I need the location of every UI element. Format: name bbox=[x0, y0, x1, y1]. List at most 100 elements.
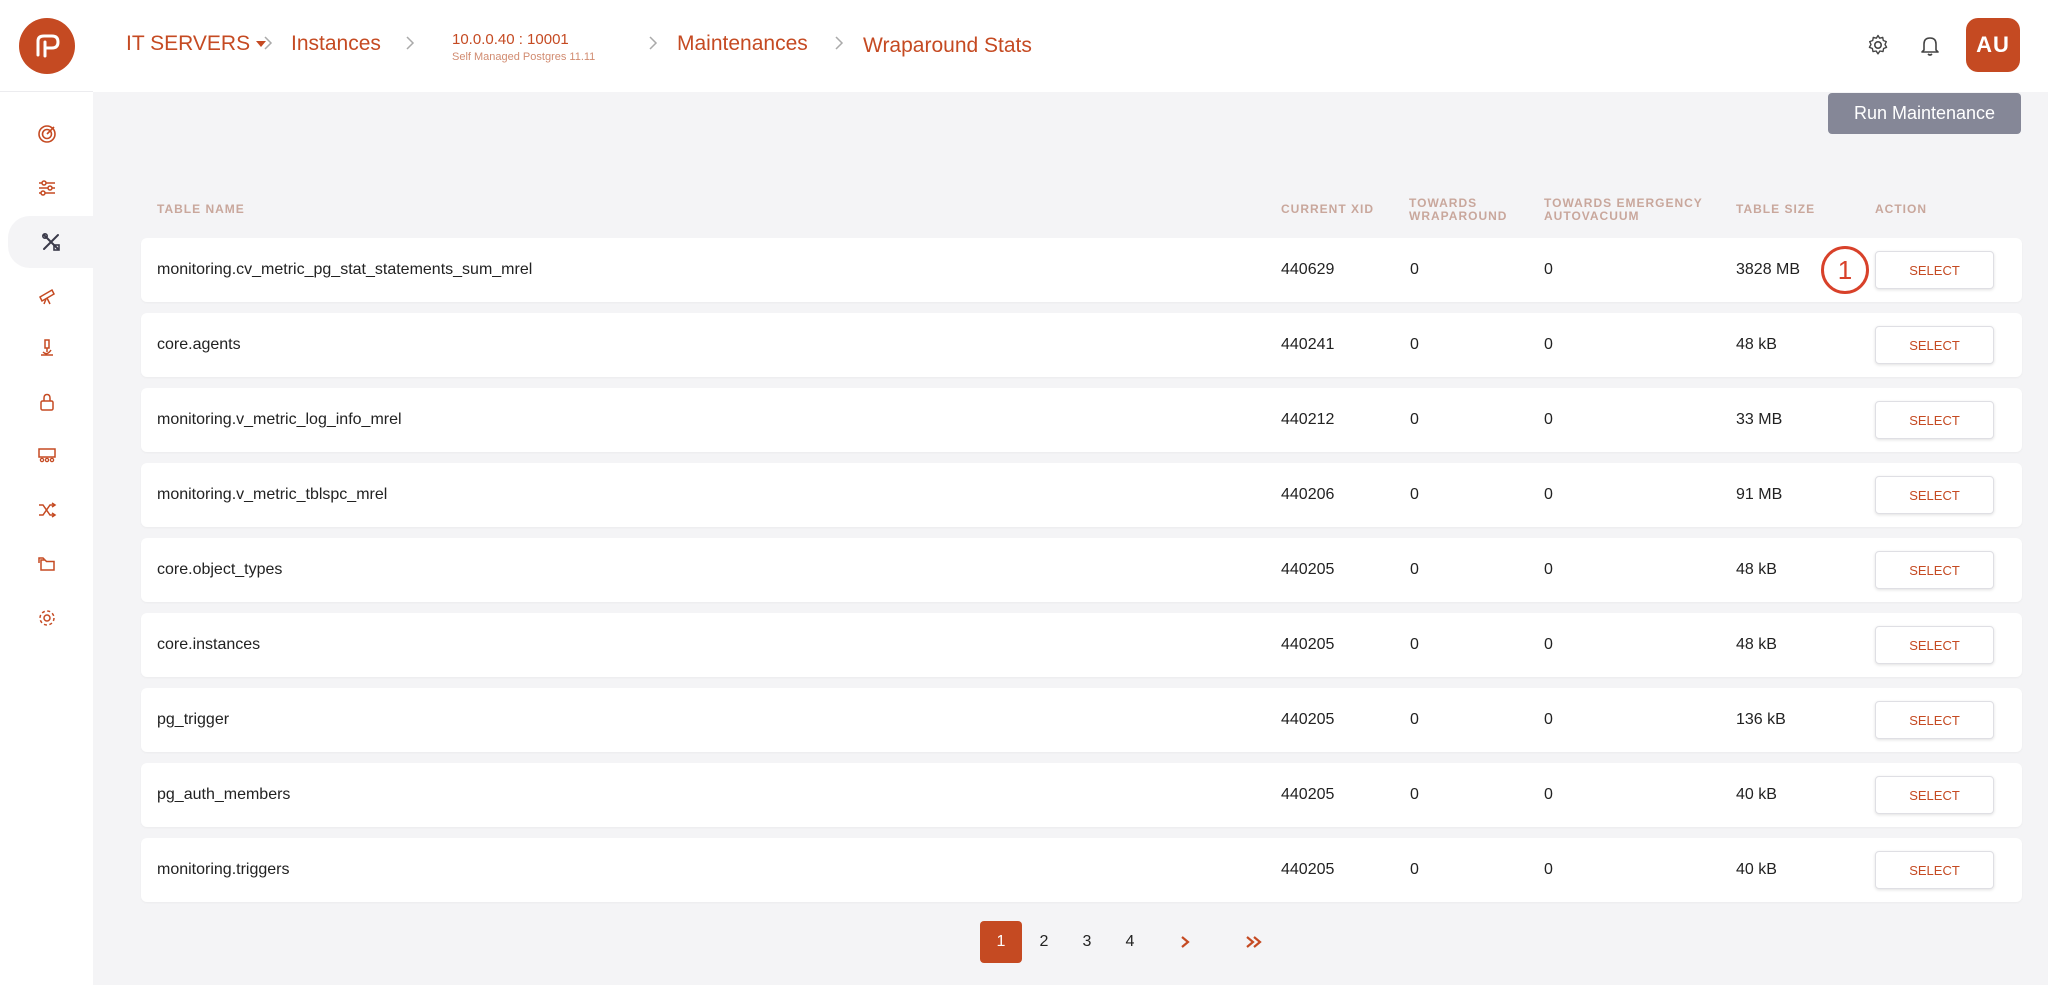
cell-towards-emergency: 0 bbox=[1544, 861, 1553, 878]
column-header-line: AUTOVACUUM bbox=[1544, 209, 1640, 223]
cell-table-size: 40 kB bbox=[1736, 786, 1777, 803]
instance-address: 10.0.0.40 : 10001 bbox=[452, 31, 569, 48]
cell-table-size: 33 MB bbox=[1736, 411, 1783, 428]
table-row: monitoring.v_metric_tblspc_mrel 440206 0… bbox=[141, 463, 2022, 527]
user-avatar[interactable]: AU bbox=[1966, 18, 2020, 72]
cell-towards-wraparound: 0 bbox=[1410, 486, 1419, 503]
select-button[interactable]: SELECT bbox=[1875, 401, 1994, 439]
cell-towards-emergency: 0 bbox=[1544, 336, 1553, 353]
chevron-right-icon bbox=[406, 36, 415, 50]
breadcrumb-maintenances[interactable]: Maintenances bbox=[677, 32, 808, 56]
cell-table-size: 91 MB bbox=[1736, 486, 1783, 503]
gear-icon bbox=[38, 610, 55, 626]
cell-towards-wraparound: 0 bbox=[1410, 261, 1419, 278]
telescope-icon bbox=[38, 288, 55, 305]
page-1-button[interactable]: 1 bbox=[980, 921, 1022, 963]
select-button[interactable]: SELECT bbox=[1875, 476, 1994, 514]
cell-towards-wraparound: 0 bbox=[1410, 411, 1419, 428]
cell-towards-emergency: 0 bbox=[1544, 261, 1553, 278]
select-button[interactable]: SELECT bbox=[1875, 251, 1994, 289]
nav-maintenance[interactable] bbox=[8, 216, 93, 268]
nav-telescope[interactable] bbox=[0, 270, 93, 322]
select-button[interactable]: SELECT bbox=[1875, 851, 1994, 889]
table-row: core.agents 440241 0 0 48 kB SELECT bbox=[141, 313, 2022, 377]
cell-table-size: 40 kB bbox=[1736, 861, 1777, 878]
chevron-right-icon bbox=[649, 36, 658, 50]
breadcrumb-group[interactable]: IT SERVERS bbox=[126, 32, 267, 56]
logo-area bbox=[0, 0, 93, 92]
page-4-button[interactable]: 4 bbox=[1109, 921, 1151, 963]
cell-current-xid: 440241 bbox=[1281, 336, 1335, 353]
page-2-button[interactable]: 2 bbox=[1023, 921, 1065, 963]
cell-towards-wraparound: 0 bbox=[1410, 636, 1419, 653]
cell-table-size: 3828 MB bbox=[1736, 261, 1801, 278]
nav-shuffle[interactable] bbox=[0, 484, 93, 536]
instance-description: Self Managed Postgres 11.11 bbox=[452, 51, 596, 63]
cell-current-xid: 440205 bbox=[1281, 861, 1335, 878]
nav-lab[interactable] bbox=[0, 322, 93, 374]
tools-icon bbox=[41, 232, 60, 251]
cell-table-size: 136 kB bbox=[1736, 711, 1786, 728]
settings-gear-icon[interactable] bbox=[1866, 33, 1890, 57]
run-maintenance-button[interactable]: Run Maintenance bbox=[1828, 93, 2021, 134]
cell-current-xid: 440205 bbox=[1281, 636, 1335, 653]
nav-security[interactable] bbox=[0, 376, 93, 428]
cell-towards-wraparound: 0 bbox=[1410, 861, 1419, 878]
cell-current-xid: 440205 bbox=[1281, 786, 1335, 803]
last-page-button[interactable] bbox=[1233, 921, 1275, 963]
bell-icon[interactable] bbox=[1918, 33, 1942, 57]
nav-team[interactable] bbox=[0, 430, 93, 482]
microscope-icon bbox=[40, 339, 53, 356]
cell-current-xid: 440205 bbox=[1281, 561, 1335, 578]
next-page-button[interactable] bbox=[1164, 921, 1206, 963]
users-board-icon bbox=[37, 448, 56, 463]
cell-towards-wraparound: 0 bbox=[1410, 336, 1419, 353]
cell-table-name: pg_trigger bbox=[157, 711, 230, 728]
cell-towards-emergency: 0 bbox=[1544, 786, 1553, 803]
target-icon bbox=[37, 125, 56, 143]
cell-table-name: monitoring.v_metric_log_info_mrel bbox=[157, 411, 402, 428]
table-row: monitoring.v_metric_log_info_mrel 440212… bbox=[141, 388, 2022, 452]
nav-dashboard[interactable] bbox=[0, 108, 93, 160]
select-button[interactable]: SELECT bbox=[1875, 551, 1994, 589]
breadcrumb-instance[interactable]: 10.0.0.40 : 10001 Self Managed Postgres … bbox=[452, 31, 595, 63]
column-header-line: WRAPAROUND bbox=[1409, 209, 1508, 223]
folders-icon bbox=[37, 557, 55, 571]
cell-towards-emergency: 0 bbox=[1544, 411, 1553, 428]
breadcrumb-current: Wraparound Stats bbox=[863, 34, 1032, 57]
page-3-button[interactable]: 3 bbox=[1066, 921, 1108, 963]
cell-current-xid: 440629 bbox=[1281, 261, 1335, 278]
cell-towards-wraparound: 0 bbox=[1410, 711, 1419, 728]
column-header-table-name: TABLE NAME bbox=[157, 202, 245, 216]
app-logo[interactable] bbox=[18, 17, 75, 74]
column-header-current-xid: CURRENT XID bbox=[1281, 202, 1375, 216]
cell-towards-emergency: 0 bbox=[1544, 711, 1553, 728]
select-button[interactable]: SELECT bbox=[1875, 776, 1994, 814]
select-button[interactable]: SELECT bbox=[1875, 701, 1994, 739]
top-header: IT SERVERS Instances 10.0.0.40 : 10001 S… bbox=[93, 0, 2048, 92]
cell-current-xid: 440205 bbox=[1281, 711, 1335, 728]
sliders-icon bbox=[38, 180, 55, 196]
cell-table-name: core.instances bbox=[157, 636, 261, 653]
cell-table-size: 48 kB bbox=[1736, 336, 1777, 353]
select-button[interactable]: SELECT bbox=[1875, 326, 1994, 364]
cell-towards-emergency: 0 bbox=[1544, 636, 1553, 653]
table-row: core.instances 440205 0 0 48 kB SELECT bbox=[141, 613, 2022, 677]
cell-table-name: core.object_types bbox=[157, 561, 283, 578]
nav-folders[interactable] bbox=[0, 538, 93, 590]
cell-table-name: core.agents bbox=[157, 336, 241, 353]
cell-towards-emergency: 0 bbox=[1544, 486, 1553, 503]
cell-current-xid: 440212 bbox=[1281, 411, 1335, 428]
cell-table-name: monitoring.triggers bbox=[157, 861, 290, 878]
cell-table-name: pg_auth_members bbox=[157, 786, 291, 803]
table-row: monitoring.cv_metric_pg_stat_statements_… bbox=[141, 238, 2022, 302]
chevron-right-icon bbox=[1181, 936, 1190, 948]
table-row: monitoring.triggers 440205 0 0 40 kB SEL… bbox=[141, 838, 2022, 902]
nav-settings[interactable] bbox=[0, 592, 93, 644]
cell-current-xid: 440206 bbox=[1281, 486, 1335, 503]
select-button[interactable]: SELECT bbox=[1875, 626, 1994, 664]
chevron-right-icon bbox=[264, 36, 273, 50]
table-row: core.object_types 440205 0 0 48 kB SELEC… bbox=[141, 538, 2022, 602]
breadcrumb-instances[interactable]: Instances bbox=[291, 32, 381, 56]
nav-settings-tuning[interactable] bbox=[0, 162, 93, 214]
